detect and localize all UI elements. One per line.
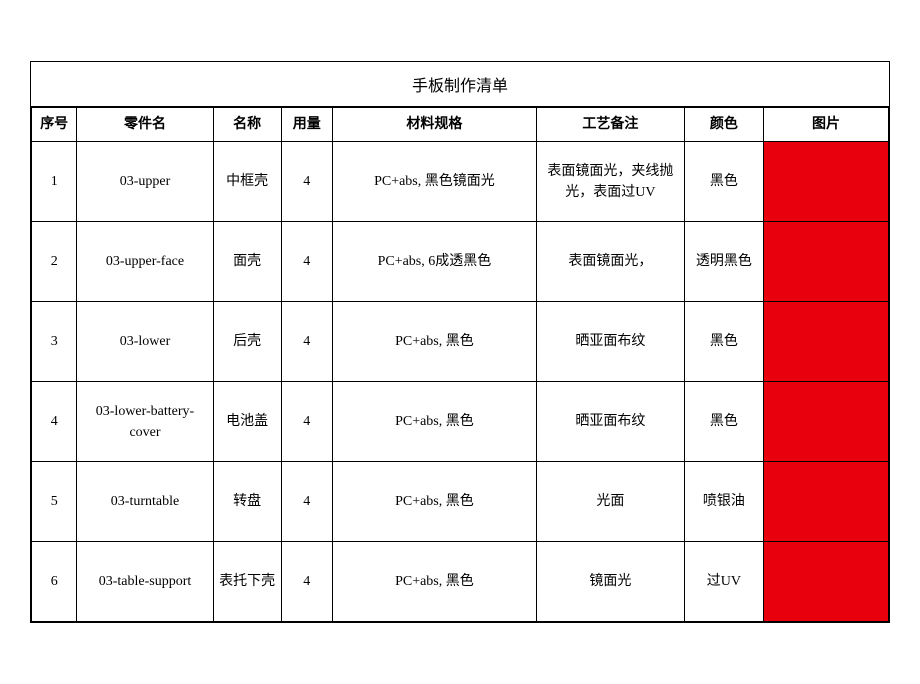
page-container: 手板制作清单 序号 零件名 名称 用量 材料规格 工艺备注 — [0, 0, 920, 684]
cell-seq: 4 — [32, 382, 77, 462]
cell-spec: PC+abs, 黑色 — [332, 382, 536, 462]
table-title: 手板制作清单 — [31, 62, 889, 107]
header-qty: 用量 — [281, 108, 332, 142]
cell-part-code: 03-lower — [77, 302, 213, 382]
cell-qty: 4 — [281, 542, 332, 622]
cell-qty: 4 — [281, 382, 332, 462]
cell-pic — [764, 542, 889, 622]
cell-spec: PC+abs, 6成透黑色 — [332, 222, 536, 302]
cell-color: 黑色 — [684, 142, 763, 222]
cell-qty: 4 — [281, 222, 332, 302]
cell-name: 转盘 — [213, 462, 281, 542]
cell-craft: 晒亚面布纹 — [537, 302, 685, 382]
cell-part-code: 03-table-support — [77, 542, 213, 622]
cell-pic — [764, 302, 889, 382]
cell-part-code: 03-turntable — [77, 462, 213, 542]
cell-craft: 晒亚面布纹 — [537, 382, 685, 462]
cell-name: 面壳 — [213, 222, 281, 302]
cell-part-code: 03-lower-battery-cover — [77, 382, 213, 462]
cell-seq: 2 — [32, 222, 77, 302]
cell-craft: 光面 — [537, 462, 685, 542]
cell-seq: 3 — [32, 302, 77, 382]
header-seq: 序号 — [32, 108, 77, 142]
header-part-code: 零件名 — [77, 108, 213, 142]
cell-color: 透明黑色 — [684, 222, 763, 302]
header-pic: 图片 — [764, 108, 889, 142]
cell-name: 后壳 — [213, 302, 281, 382]
table-row: 403-lower-battery-cover电池盖4PC+abs, 黑色晒亚面… — [32, 382, 889, 462]
cell-color: 黑色 — [684, 382, 763, 462]
cell-seq: 1 — [32, 142, 77, 222]
main-table: 序号 零件名 名称 用量 材料规格 工艺备注 颜色 图片 103-upper中框… — [31, 107, 889, 622]
cell-color: 黑色 — [684, 302, 763, 382]
cell-seq: 6 — [32, 542, 77, 622]
header-spec: 材料规格 — [332, 108, 536, 142]
cell-name: 中框壳 — [213, 142, 281, 222]
cell-pic — [764, 222, 889, 302]
cell-color: 过UV — [684, 542, 763, 622]
cell-seq: 5 — [32, 462, 77, 542]
cell-spec: PC+abs, 黑色 — [332, 462, 536, 542]
cell-name: 表托下壳 — [213, 542, 281, 622]
header-color: 颜色 — [684, 108, 763, 142]
table-row: 603-table-support表托下壳4PC+abs, 黑色镜面光过UV — [32, 542, 889, 622]
table-row: 503-turntable转盘4PC+abs, 黑色光面喷银油 — [32, 462, 889, 542]
table-row: 103-upper中框壳4PC+abs, 黑色镜面光表面镜面光，夹线抛光，表面过… — [32, 142, 889, 222]
cell-part-code: 03-upper — [77, 142, 213, 222]
cell-craft: 表面镜面光，夹线抛光，表面过UV — [537, 142, 685, 222]
cell-qty: 4 — [281, 142, 332, 222]
cell-color: 喷银油 — [684, 462, 763, 542]
table-row: 203-upper-face面壳4PC+abs, 6成透黑色表面镜面光，透明黑色 — [32, 222, 889, 302]
cell-craft: 镜面光 — [537, 542, 685, 622]
cell-qty: 4 — [281, 302, 332, 382]
header-row: 序号 零件名 名称 用量 材料规格 工艺备注 颜色 图片 — [32, 108, 889, 142]
cell-qty: 4 — [281, 462, 332, 542]
cell-spec: PC+abs, 黑色 — [332, 302, 536, 382]
table-wrapper: 手板制作清单 序号 零件名 名称 用量 材料规格 工艺备注 — [30, 61, 890, 623]
cell-name: 电池盖 — [213, 382, 281, 462]
cell-spec: PC+abs, 黑色镜面光 — [332, 142, 536, 222]
cell-craft: 表面镜面光， — [537, 222, 685, 302]
cell-pic — [764, 142, 889, 222]
table-row: 303-lower后壳4PC+abs, 黑色晒亚面布纹黑色 — [32, 302, 889, 382]
header-name: 名称 — [213, 108, 281, 142]
cell-pic — [764, 462, 889, 542]
cell-pic — [764, 382, 889, 462]
header-craft: 工艺备注 — [537, 108, 685, 142]
cell-spec: PC+abs, 黑色 — [332, 542, 536, 622]
cell-part-code: 03-upper-face — [77, 222, 213, 302]
